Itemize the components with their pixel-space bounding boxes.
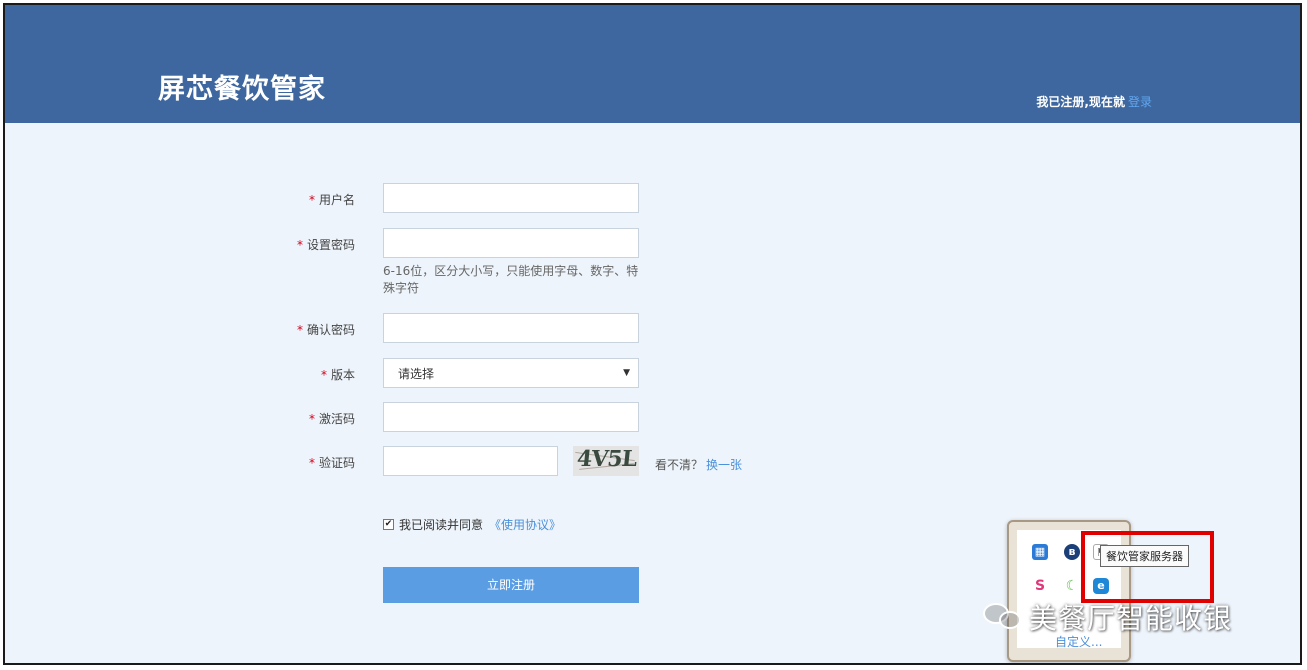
app-blue-icon[interactable]: ▦ (1032, 544, 1048, 560)
password-hint: 6-16位，区分大小写，只能使用字母、数字、特殊字符 (383, 264, 639, 295)
agreement-row: ✔ 我已阅读并同意 《使用协议》 (383, 516, 561, 533)
captcha-text: 4V5L (575, 446, 638, 472)
dropdown-arrow-icon: ▼ (623, 368, 630, 378)
password-input[interactable] (383, 228, 639, 258)
watermark-text: 美餐厅智能收银 (1029, 602, 1233, 635)
tray-tooltip: 餐饮管家服务器 (1100, 545, 1189, 567)
wechat-icon (983, 599, 1023, 635)
version-row: * 版本 请选择 ▼ (5, 358, 805, 388)
captcha-refresh-hint: 看不清？ (655, 458, 704, 472)
activation-code-input[interactable] (383, 402, 639, 432)
browser-frame: 屏芯餐饮管家 我已注册,现在就 登录 * 用户名 * 设置密码 6-16位，区分大小写… (3, 3, 1302, 665)
page-header: 屏芯餐饮管家 我已注册,现在就 登录 (5, 5, 1300, 123)
agreement-link[interactable]: 《使用协议》 (489, 516, 561, 533)
login-link[interactable]: 登录 (1128, 95, 1152, 109)
captcha-label: * 验证码 (308, 456, 355, 470)
agreement-text: 我已阅读并同意 (399, 518, 484, 532)
register-button[interactable]: 立即注册 (383, 567, 639, 603)
required-mark: * (296, 323, 303, 337)
required-mark: * (296, 238, 303, 252)
bluetooth-icon[interactable]: ʙ (1064, 544, 1080, 560)
agreement-checkbox[interactable]: ✔ (383, 519, 394, 530)
required-mark: * (308, 412, 315, 426)
activation-code-row: * 激活码 (5, 402, 805, 432)
captcha-refresh-link[interactable]: 换一张 (706, 458, 742, 472)
login-hint: 我已注册,现在就 登录 (1036, 93, 1152, 110)
confirm-password-row: * 确认密码 (5, 313, 805, 343)
username-input[interactable] (383, 183, 639, 213)
highlight-box (1081, 531, 1214, 603)
app-title: 屏芯餐饮管家 (158, 74, 326, 105)
required-mark: * (308, 193, 315, 207)
watermark: 美餐厅智能收银 (983, 597, 1232, 637)
login-hint-text: 我已注册,现在就 (1036, 95, 1125, 109)
captcha-input[interactable] (383, 446, 558, 476)
green-moon-icon[interactable]: ☾ (1064, 578, 1080, 594)
confirm-password-label: * 确认密码 (296, 323, 355, 337)
password-label: * 设置密码 (296, 238, 355, 252)
version-label: * 版本 (320, 368, 355, 382)
confirm-password-input[interactable] (383, 313, 639, 343)
version-select[interactable]: 请选择 ▼ (383, 358, 639, 388)
captcha-image[interactable]: 4V5L (573, 446, 639, 476)
password-row: * 设置密码 (5, 228, 805, 258)
required-mark: * (320, 368, 327, 382)
captcha-refresh: 看不清？ 换一张 (655, 456, 742, 473)
s-logo-icon[interactable]: S (1032, 578, 1048, 594)
activation-code-label: * 激活码 (308, 412, 355, 426)
username-row: * 用户名 (5, 183, 805, 213)
required-mark: * (308, 456, 315, 470)
username-label: * 用户名 (308, 193, 355, 207)
version-selected-value: 请选择 (398, 366, 435, 381)
